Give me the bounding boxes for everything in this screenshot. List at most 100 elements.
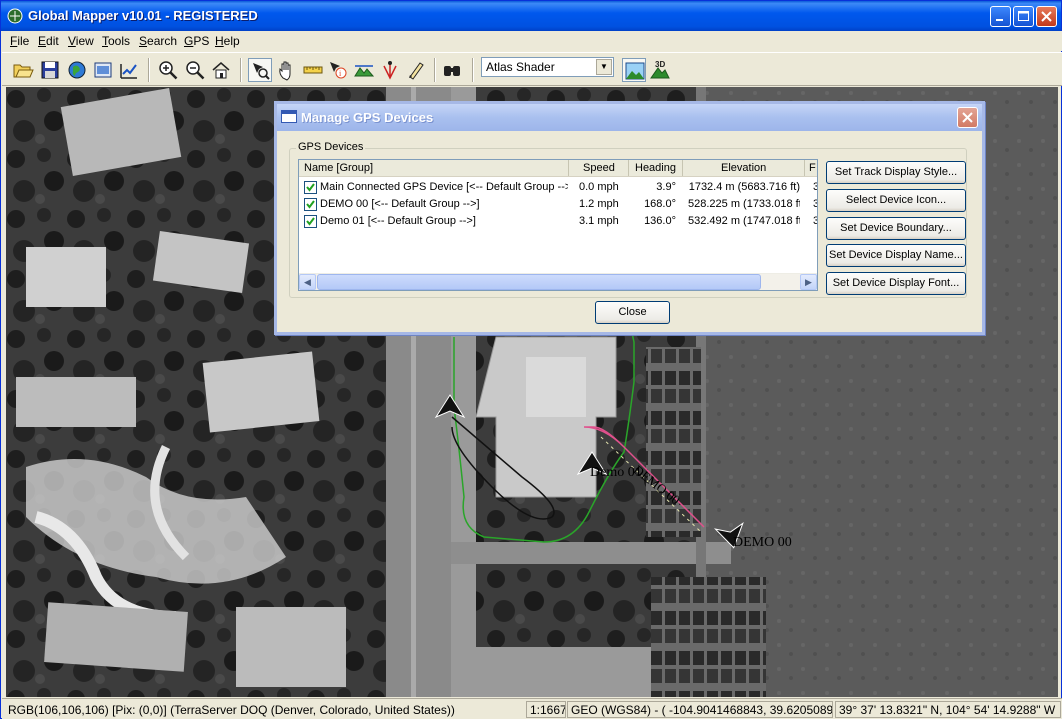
menu-tools[interactable]: Tools — [102, 34, 130, 48]
digitizer-icon — [120, 64, 137, 79]
shader-dropdown[interactable]: Atlas Shader ▼ — [481, 57, 614, 77]
find-icon — [444, 66, 460, 76]
checkmark-icon — [306, 200, 315, 209]
select-device-icon-button[interactable]: Select Device Icon... — [826, 189, 966, 212]
checkmark-icon — [306, 217, 315, 226]
device-speed: 0.0 mph — [579, 181, 619, 193]
device-checkbox[interactable] — [304, 215, 317, 228]
globe-button[interactable] — [65, 58, 89, 82]
zoom-tool-button[interactable] — [248, 58, 272, 82]
menu-bar: File Edit View Tools Search GPS Help — [2, 31, 1062, 51]
find-button[interactable] — [440, 58, 464, 82]
maximize-button[interactable] — [1013, 6, 1034, 27]
gps-devices-group: GPS Devices Name [Group] Speed Heading E… — [289, 141, 967, 298]
checkmark-icon — [306, 183, 315, 192]
column-header-speed[interactable]: Speed — [569, 160, 629, 176]
toolbar-separator — [434, 58, 436, 82]
device-name: Demo 01 [<-- Default Group -->] — [320, 215, 476, 227]
menu-search[interactable]: Search — [139, 34, 177, 48]
zoom-tool-icon — [253, 63, 270, 80]
device-elevation: 1732.4 m (5683.716 ft) — [688, 181, 800, 193]
close-icon — [962, 112, 973, 123]
device-heading: 3.9° — [656, 181, 676, 193]
app-icon[interactable] — [7, 8, 23, 24]
list-item[interactable]: Demo 01 [<-- Default Group -->] 3.1 mph … — [299, 213, 817, 230]
shader-selected-value: Atlas Shader — [486, 60, 555, 74]
column-header-elevation[interactable]: Elevation — [683, 160, 805, 176]
dialog-window-icon — [281, 110, 297, 123]
column-header-name[interactable]: Name [Group] — [299, 160, 569, 176]
window-title: Global Mapper v10.01 - REGISTERED — [28, 8, 258, 23]
view-shed-icon — [383, 61, 397, 80]
menu-gps[interactable]: GPS — [184, 34, 209, 48]
close-button[interactable]: Close — [595, 301, 670, 324]
column-header-heading[interactable]: Heading — [629, 160, 683, 176]
menu-view[interactable]: View — [68, 34, 94, 48]
dialog-title-bar[interactable]: Manage GPS Devices — [277, 104, 982, 131]
device-extra: 3 — [813, 196, 817, 213]
device-speed: 1.2 mph — [579, 198, 619, 210]
device-checkbox[interactable] — [304, 181, 317, 194]
dialog-close-button[interactable] — [957, 107, 978, 128]
zoom-out-button[interactable] — [183, 58, 207, 82]
set-device-display-name-button[interactable]: Set Device Display Name... — [826, 244, 966, 267]
set-track-style-button[interactable]: Set Track Display Style... — [826, 161, 966, 184]
status-bar: RGB(106,106,106) [Pix: (0,0)] (TerraServ… — [2, 698, 1062, 719]
open-button[interactable] — [11, 58, 35, 82]
device-checkbox[interactable] — [304, 198, 317, 211]
minimize-button[interactable] — [990, 6, 1011, 27]
scroll-right-icon[interactable]: ▶ — [800, 274, 817, 290]
list-item[interactable]: DEMO 00 [<-- Default Group -->] 1.2 mph … — [299, 196, 817, 213]
scroll-left-icon[interactable]: ◀ — [299, 274, 316, 290]
shader-button[interactable] — [622, 58, 646, 82]
gps-device-list[interactable]: Name [Group] Speed Heading Elevation F M… — [298, 159, 818, 291]
view-shed-button[interactable] — [378, 58, 402, 82]
view-3d-button[interactable]: 3D — [648, 58, 672, 82]
measure-button[interactable] — [301, 58, 325, 82]
device-heading: 136.0° — [644, 215, 676, 227]
svg-text:3D: 3D — [655, 60, 665, 69]
dialog-title: Manage GPS Devices — [301, 110, 434, 125]
status-pixel-info: RGB(106,106,106) [Pix: (0,0)] (TerraServ… — [8, 703, 455, 717]
group-label: GPS Devices — [296, 141, 366, 153]
device-heading: 168.0° — [644, 198, 676, 210]
set-device-boundary-button[interactable]: Set Device Boundary... — [826, 217, 966, 240]
device-name: Main Connected GPS Device [<-- Default G… — [320, 181, 568, 193]
toolbar-separator — [240, 58, 242, 82]
status-scale: 1:1667 — [526, 701, 566, 718]
minimize-icon — [996, 19, 1003, 21]
pan-button[interactable] — [275, 58, 299, 82]
path-profile-button[interactable] — [352, 58, 376, 82]
maximize-icon — [1018, 11, 1029, 21]
menu-help[interactable]: Help — [215, 34, 240, 48]
list-header: Name [Group] Speed Heading Elevation F — [299, 160, 817, 177]
device-extra: 3 — [813, 213, 817, 230]
list-item[interactable]: Main Connected GPS Device [<-- Default G… — [299, 179, 817, 196]
globe-icon — [68, 61, 86, 79]
main-window: Global Mapper v10.01 - REGISTERED File E… — [0, 0, 1062, 719]
horizontal-scrollbar[interactable]: ◀ ▶ — [299, 273, 817, 290]
view-3d-icon: 3D — [650, 60, 670, 79]
save-icon — [41, 61, 59, 79]
column-header-extra[interactable]: F — [805, 160, 817, 176]
zoom-in-icon — [159, 61, 178, 80]
digitize-button[interactable] — [405, 58, 429, 82]
menu-edit[interactable]: Edit — [38, 34, 59, 48]
feature-info-button[interactable]: i — [326, 58, 350, 82]
zoom-in-button[interactable] — [156, 58, 180, 82]
demo00-label: DEMO 00 — [733, 535, 792, 550]
set-device-display-font-button[interactable]: Set Device Display Font... — [826, 272, 966, 295]
manage-gps-dialog: Manage GPS Devices GPS Devices Name [Gro… — [274, 101, 985, 335]
config-button[interactable] — [91, 58, 115, 82]
close-window-button[interactable] — [1036, 6, 1057, 27]
title-bar[interactable]: Global Mapper v10.01 - REGISTERED — [1, 1, 1061, 31]
close-icon — [1041, 11, 1052, 22]
save-button[interactable] — [38, 58, 62, 82]
status-dms-coords: 39° 37' 13.8321" N, 104° 54' 14.9288" W — [835, 701, 1061, 718]
pan-icon — [279, 61, 291, 81]
chevron-down-icon[interactable]: ▼ — [596, 59, 612, 75]
home-button[interactable] — [209, 58, 233, 82]
digitizer-button[interactable] — [117, 58, 141, 82]
menu-file[interactable]: File — [10, 34, 29, 48]
scrollbar-thumb[interactable] — [317, 274, 761, 290]
